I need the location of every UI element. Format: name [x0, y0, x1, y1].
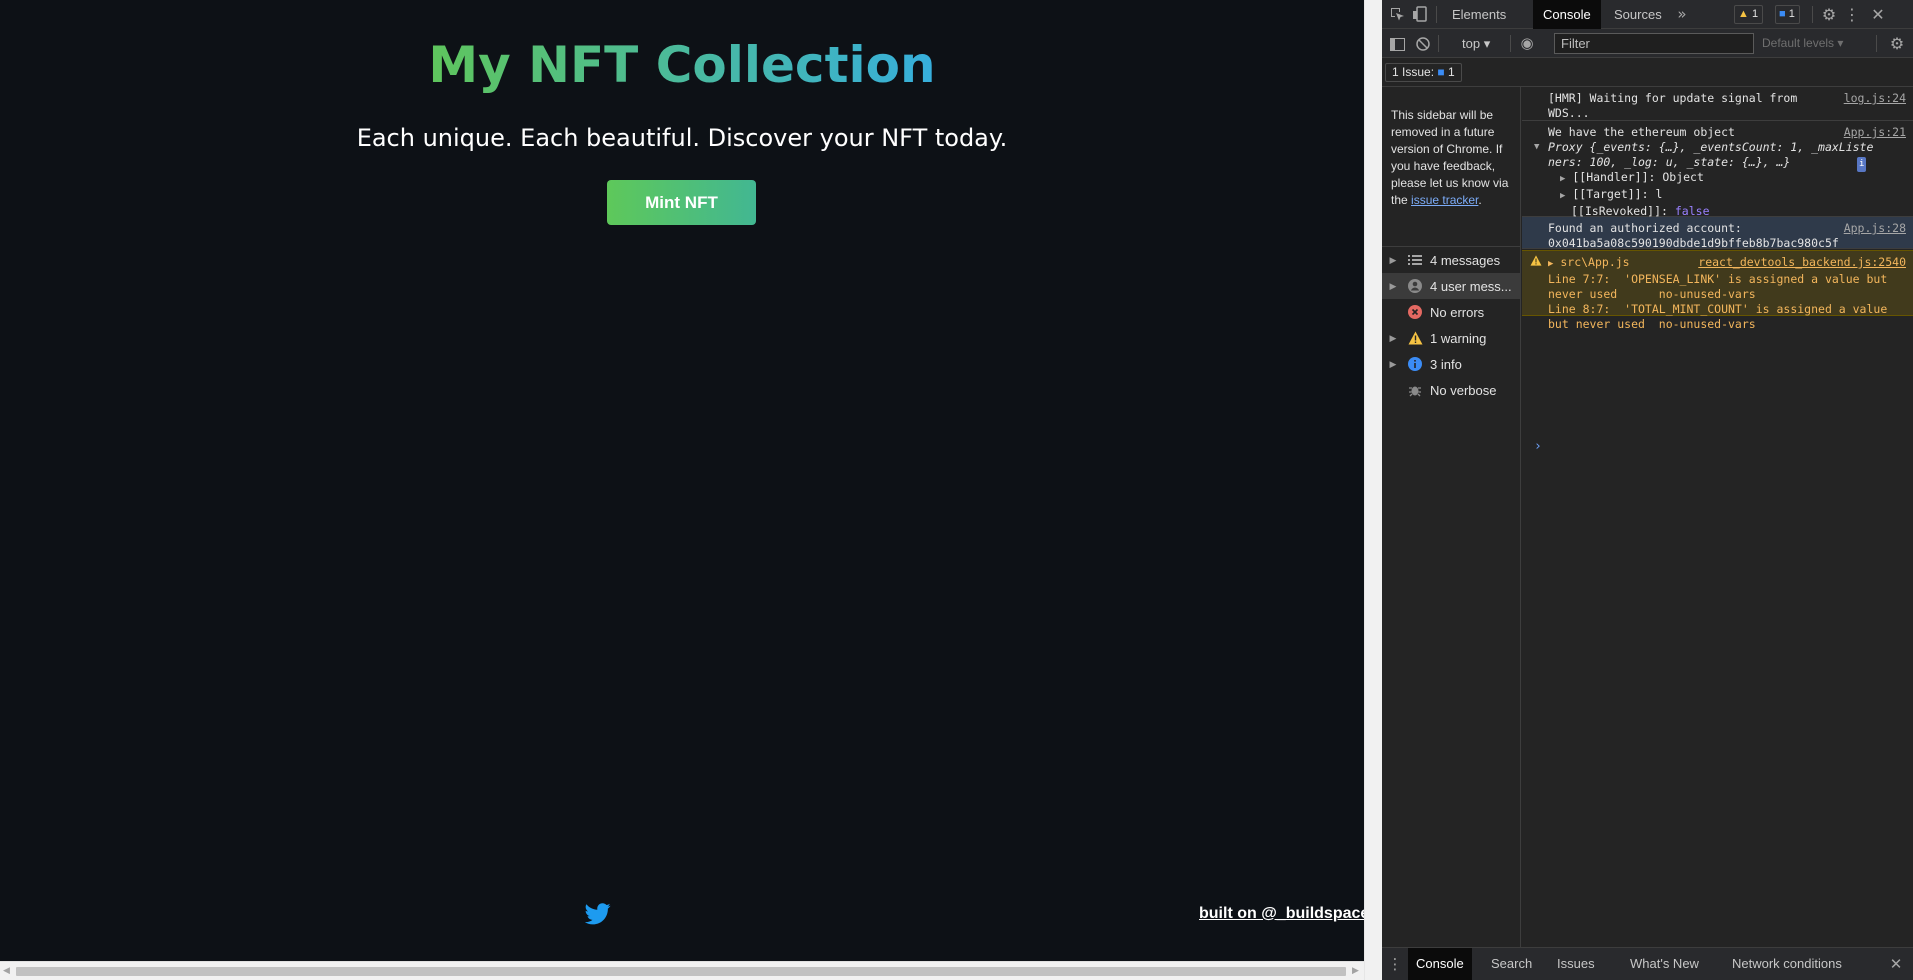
- drawer-tab-console[interactable]: Console: [1408, 948, 1472, 980]
- drawer-tab-search[interactable]: Search: [1483, 948, 1540, 980]
- source-link[interactable]: App.js:21: [1844, 125, 1906, 140]
- issues-button[interactable]: 1 Issue: ■ 1: [1385, 63, 1462, 82]
- console-toolbar: top ▾ ◉ Default levels ▾ ⚙: [1382, 29, 1913, 58]
- mint-nft-button[interactable]: Mint NFT: [607, 180, 756, 225]
- context-selector[interactable]: top ▾: [1462, 36, 1490, 52]
- drawer-menu-icon[interactable]: ⋮: [1388, 955, 1403, 973]
- tab-console[interactable]: Console: [1533, 0, 1601, 29]
- expand-triangle-icon[interactable]: ▶: [1382, 359, 1404, 370]
- drawer-tab-network-conditions[interactable]: Network conditions: [1724, 948, 1850, 980]
- sidebar-item-user-messages[interactable]: ▶ 4 user mess...: [1382, 273, 1520, 299]
- collapse-triangle-icon[interactable]: ▼: [1534, 140, 1539, 155]
- warning-icon: [1530, 255, 1542, 270]
- devtools-tabbar: Elements Console Sources » ▲ 1 ■ 1 ⚙ ⋮ ✕: [1382, 0, 1913, 29]
- page-subtitle: Each unique. Each beautiful. Discover yo…: [356, 124, 1008, 152]
- list-icon: [1404, 254, 1426, 266]
- close-devtools-icon[interactable]: ✕: [1868, 4, 1888, 24]
- console-message: Found an authorized account: App.js:28 0…: [1522, 217, 1913, 250]
- sidebar-item-warnings[interactable]: ▶ 1 warning: [1382, 325, 1520, 351]
- expand-triangle-icon[interactable]: ▶: [1382, 255, 1404, 266]
- warning-icon: ▲: [1738, 8, 1749, 20]
- tab-sources[interactable]: Sources: [1604, 0, 1672, 29]
- info-icon: [1404, 357, 1426, 371]
- show-sidebar-icon[interactable]: [1388, 35, 1406, 53]
- expand-triangle-icon[interactable]: ▶: [1382, 281, 1404, 292]
- sidebar-item-messages[interactable]: ▶ 4 messages: [1382, 247, 1520, 273]
- twitter-icon[interactable]: [584, 903, 611, 925]
- console-prompt[interactable]: ›: [1534, 439, 1542, 454]
- app-page: My NFT Collection Each unique. Each beau…: [0, 0, 1369, 961]
- sidebar-item-info[interactable]: ▶ 3 info: [1382, 351, 1520, 377]
- inspect-element-icon[interactable]: [1388, 5, 1406, 23]
- devtools-panel: Elements Console Sources » ▲ 1 ■ 1 ⚙ ⋮ ✕: [1382, 0, 1913, 980]
- buildspace-link[interactable]: built on @_buildspace: [1199, 905, 1369, 923]
- messages-badge[interactable]: ■ 1: [1775, 5, 1800, 24]
- issue-tracker-link[interactable]: issue tracker: [1411, 193, 1478, 207]
- sidebar-item-errors[interactable]: No errors: [1382, 299, 1520, 325]
- scroll-right-icon[interactable]: ▶: [1352, 966, 1359, 976]
- issue-icon: ■: [1437, 65, 1445, 79]
- bug-icon: [1404, 383, 1426, 397]
- clear-console-icon[interactable]: [1414, 35, 1432, 53]
- source-link[interactable]: react_devtools_backend.js:2540: [1698, 255, 1906, 270]
- tree-item[interactable]: ▶ [[Handler]]: Object: [1548, 170, 1905, 187]
- filter-input[interactable]: [1554, 33, 1754, 54]
- console-warning: ▶ src\App.js react_devtools_backend.js:2…: [1522, 250, 1913, 331]
- sidebar-deprecation-notice: This sidebar will be removed in a future…: [1391, 108, 1509, 207]
- kebab-menu-icon[interactable]: ⋮: [1844, 4, 1860, 24]
- tab-elements[interactable]: Elements: [1442, 0, 1516, 29]
- close-drawer-icon[interactable]: ✕: [1887, 955, 1905, 973]
- device-toolbar-icon[interactable]: [1411, 5, 1429, 23]
- issues-bar: 1 Issue: ■ 1: [1382, 58, 1913, 87]
- source-link[interactable]: log.js:24: [1844, 91, 1906, 106]
- console-message: We have the ethereum object App.js:21 ▼ …: [1522, 121, 1913, 218]
- user-icon: [1404, 279, 1426, 293]
- sidebar-item-verbose[interactable]: No verbose: [1382, 377, 1520, 403]
- expand-triangle-icon[interactable]: ▶: [1382, 333, 1404, 344]
- page-title: My NFT Collection: [0, 36, 1364, 94]
- tree-item[interactable]: ▶ [[Target]]: l: [1548, 187, 1905, 204]
- horizontal-scrollbar[interactable]: ◀ ▶: [0, 961, 1364, 980]
- vertical-scrollbar[interactable]: [1364, 0, 1382, 980]
- drawer-tab-whats-new[interactable]: What's New: [1622, 948, 1707, 980]
- proxy-object-tree[interactable]: ▼ Proxy {_events: {…}, _eventsCount: 1, …: [1534, 140, 1905, 172]
- scroll-left-icon[interactable]: ◀: [3, 966, 10, 976]
- devtools-drawer: ⋮ Console Search Issues What's New Netwo…: [1382, 947, 1913, 980]
- source-link[interactable]: App.js:28: [1844, 221, 1906, 236]
- warning-icon: [1404, 331, 1426, 345]
- drawer-tab-issues[interactable]: Issues: [1549, 948, 1603, 980]
- account-address: 0x041ba5a08c590190dbde1d9bffeb8b7bac980c…: [1548, 236, 1839, 250]
- more-tabs-icon[interactable]: »: [1675, 4, 1689, 24]
- error-icon: [1404, 305, 1426, 319]
- settings-gear-icon[interactable]: ⚙: [1819, 4, 1839, 24]
- info-badge-icon[interactable]: i: [1857, 157, 1867, 172]
- scroll-thumb[interactable]: [16, 967, 1346, 976]
- console-sidebar: This sidebar will be removed in a future…: [1382, 87, 1521, 947]
- console-message: [HMR] Waiting for update signal from WDS…: [1522, 87, 1913, 121]
- message-icon: ■: [1779, 8, 1786, 20]
- console-output: [HMR] Waiting for update signal from WDS…: [1522, 87, 1913, 947]
- warnings-badge[interactable]: ▲ 1: [1734, 5, 1764, 24]
- log-levels-dropdown[interactable]: Default levels ▾: [1762, 36, 1843, 50]
- console-settings-icon[interactable]: ⚙: [1887, 33, 1907, 53]
- live-expression-eye-icon[interactable]: ◉: [1516, 34, 1538, 52]
- expand-triangle-icon[interactable]: ▶: [1548, 259, 1553, 269]
